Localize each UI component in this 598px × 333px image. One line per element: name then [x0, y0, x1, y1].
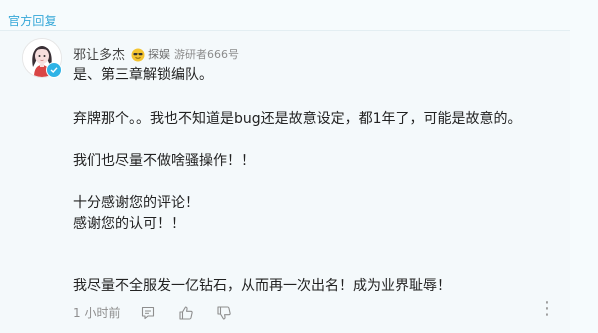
reply-body-line: 弃牌那个。。我也不知道是bug还是故意设定，都1年了，可能是故意的。	[73, 111, 522, 127]
author-line: 邪让多杰 探娱 游研者666号	[73, 44, 240, 64]
author-name[interactable]: 邪让多杰	[73, 44, 125, 63]
timestamp: 1 小时前	[73, 306, 121, 320]
reply-footer: 1 小时前	[73, 304, 232, 321]
thumbs-up-icon[interactable]	[178, 305, 194, 321]
reply-body-line: 我尽量不全服发一亿钻石，从而再一次出名！成为业界耻辱！	[73, 278, 451, 294]
user-title-tag: 探娱	[148, 47, 171, 61]
user-meta: 游研者666号	[174, 47, 240, 61]
sunglasses-face-icon	[131, 47, 145, 61]
reply-body-line: 十分感谢您的评论！	[73, 195, 199, 211]
reply-body-line: 我们也尽量不做啥骚操作！！	[73, 153, 255, 169]
more-options-icon[interactable]: ⋮	[538, 300, 556, 318]
right-gutter	[570, 0, 598, 332]
verified-badge-icon	[46, 62, 62, 78]
thumbs-down-icon[interactable]	[216, 305, 232, 321]
reply-body-line: 是、第三章解锁编队。	[73, 67, 213, 83]
comment-icon[interactable]	[140, 305, 156, 321]
official-reply-label: 官方回复	[8, 14, 57, 28]
reply-body-line: 感谢您的认可！！	[73, 216, 185, 232]
